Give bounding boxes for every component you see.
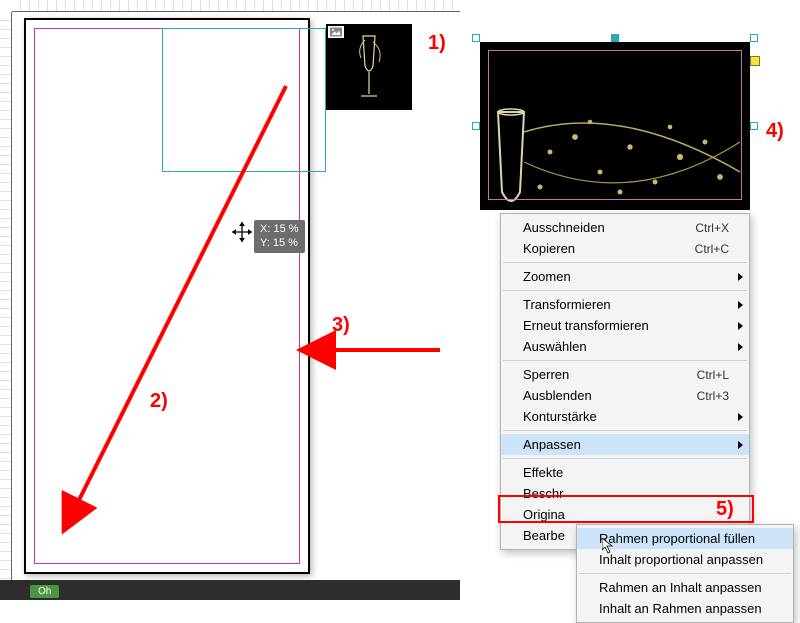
submenu-arrow-icon xyxy=(738,273,743,281)
left-canvas: X: 15 % Y: 15 % Oh xyxy=(0,0,460,600)
sub-frame-to-content[interactable]: Rahmen an Inhalt anpassen xyxy=(577,577,793,598)
ctx-label: Rahmen an Inhalt anpassen xyxy=(599,580,762,595)
ctx-transform[interactable]: Transformieren xyxy=(501,294,749,315)
ctx-label: Ausschneiden xyxy=(523,220,605,235)
control-point[interactable] xyxy=(750,56,760,66)
place-cursor-thumbnail[interactable] xyxy=(326,24,412,110)
ctx-label: Effekte xyxy=(523,465,563,480)
ctx-label: Transformieren xyxy=(523,297,611,312)
ctx-original[interactable]: Origina xyxy=(501,504,749,525)
handle-tl[interactable] xyxy=(472,34,480,42)
ctx-stroke[interactable]: Konturstärke xyxy=(501,406,749,427)
ctx-label: Zoomen xyxy=(523,269,571,284)
handle-mr[interactable] xyxy=(750,122,758,130)
ctx-shortcut: Ctrl+L xyxy=(697,368,729,382)
ctx-label: Ausblenden xyxy=(523,388,592,403)
ctx-separator xyxy=(579,573,791,574)
ctx-shortcut: Ctrl+3 xyxy=(697,389,729,403)
annotation-4: 4) xyxy=(766,120,784,143)
handle-ml[interactable] xyxy=(472,122,480,130)
annotation-arrow-3 xyxy=(320,340,450,360)
annotation-5: 5) xyxy=(716,498,734,521)
submenu-arrow-icon xyxy=(738,322,743,330)
ctx-separator xyxy=(503,430,747,431)
ctx-separator xyxy=(503,262,747,263)
context-menu: Ausschneiden Ctrl+X Kopieren Ctrl+C Zoom… xyxy=(500,213,750,550)
submenu-arrow-icon xyxy=(738,441,743,449)
annotation-1: 1) xyxy=(428,32,446,55)
submenu-arrow-icon xyxy=(738,413,743,421)
ctx-label: Beschr xyxy=(523,486,563,501)
ctx-retransform[interactable]: Erneut transformieren xyxy=(501,315,749,336)
image-icon xyxy=(328,26,344,38)
ctx-copy[interactable]: Kopieren Ctrl+C xyxy=(501,238,749,259)
ctx-zoom[interactable]: Zoomen xyxy=(501,266,749,287)
ctx-label: Inhalt proportional anpassen xyxy=(599,552,763,567)
submenu-arrow-icon xyxy=(738,343,743,351)
handle-tr[interactable] xyxy=(750,34,758,42)
ctx-effects[interactable]: Effekte xyxy=(501,462,749,483)
ctx-label: Inhalt an Rahmen anpassen xyxy=(599,601,762,616)
handle-tm[interactable] xyxy=(611,34,619,42)
status-pill: Oh xyxy=(30,585,59,598)
ctx-label: Erneut transformieren xyxy=(523,318,649,333)
sub-content-to-frame[interactable]: Inhalt an Rahmen anpassen xyxy=(577,598,793,619)
ctx-shortcut: Ctrl+C xyxy=(695,242,729,256)
ctx-label: Bearbe xyxy=(523,528,565,543)
ctx-label: Anpassen xyxy=(523,437,581,452)
ctx-label: Sperren xyxy=(523,367,569,382)
status-bar: Oh xyxy=(0,580,460,600)
ctx-cut[interactable]: Ausschneiden Ctrl+X xyxy=(501,217,749,238)
ctx-label: Konturstärke xyxy=(523,409,597,424)
placed-image[interactable] xyxy=(480,42,750,210)
ctx-label: Auswählen xyxy=(523,339,587,354)
annotation-3: 3) xyxy=(332,314,350,337)
champagne-image-art xyxy=(480,42,750,210)
submenu-arrow-icon xyxy=(738,301,743,309)
annotation-arrow-2 xyxy=(60,80,300,520)
ctx-shortcut: Ctrl+X xyxy=(695,221,729,235)
ctx-separator xyxy=(503,458,747,459)
ctx-hide[interactable]: Ausblenden Ctrl+3 xyxy=(501,385,749,406)
ctx-caption[interactable]: Beschr xyxy=(501,483,749,504)
champagne-thumb-art xyxy=(349,32,389,102)
ctx-separator xyxy=(503,360,747,361)
ruler-horizontal xyxy=(12,0,460,12)
ctx-label: Rahmen proportional füllen xyxy=(599,531,755,546)
ctx-label: Origina xyxy=(523,507,565,522)
ctx-fit[interactable]: Anpassen xyxy=(501,434,749,455)
ctx-select[interactable]: Auswählen xyxy=(501,336,749,357)
ctx-label: Kopieren xyxy=(523,241,575,256)
ctx-lock[interactable]: Sperren Ctrl+L xyxy=(501,364,749,385)
ctx-separator xyxy=(503,290,747,291)
annotation-2: 2) xyxy=(150,390,168,413)
ruler-vertical xyxy=(0,12,12,600)
mouse-cursor-icon xyxy=(602,538,618,554)
